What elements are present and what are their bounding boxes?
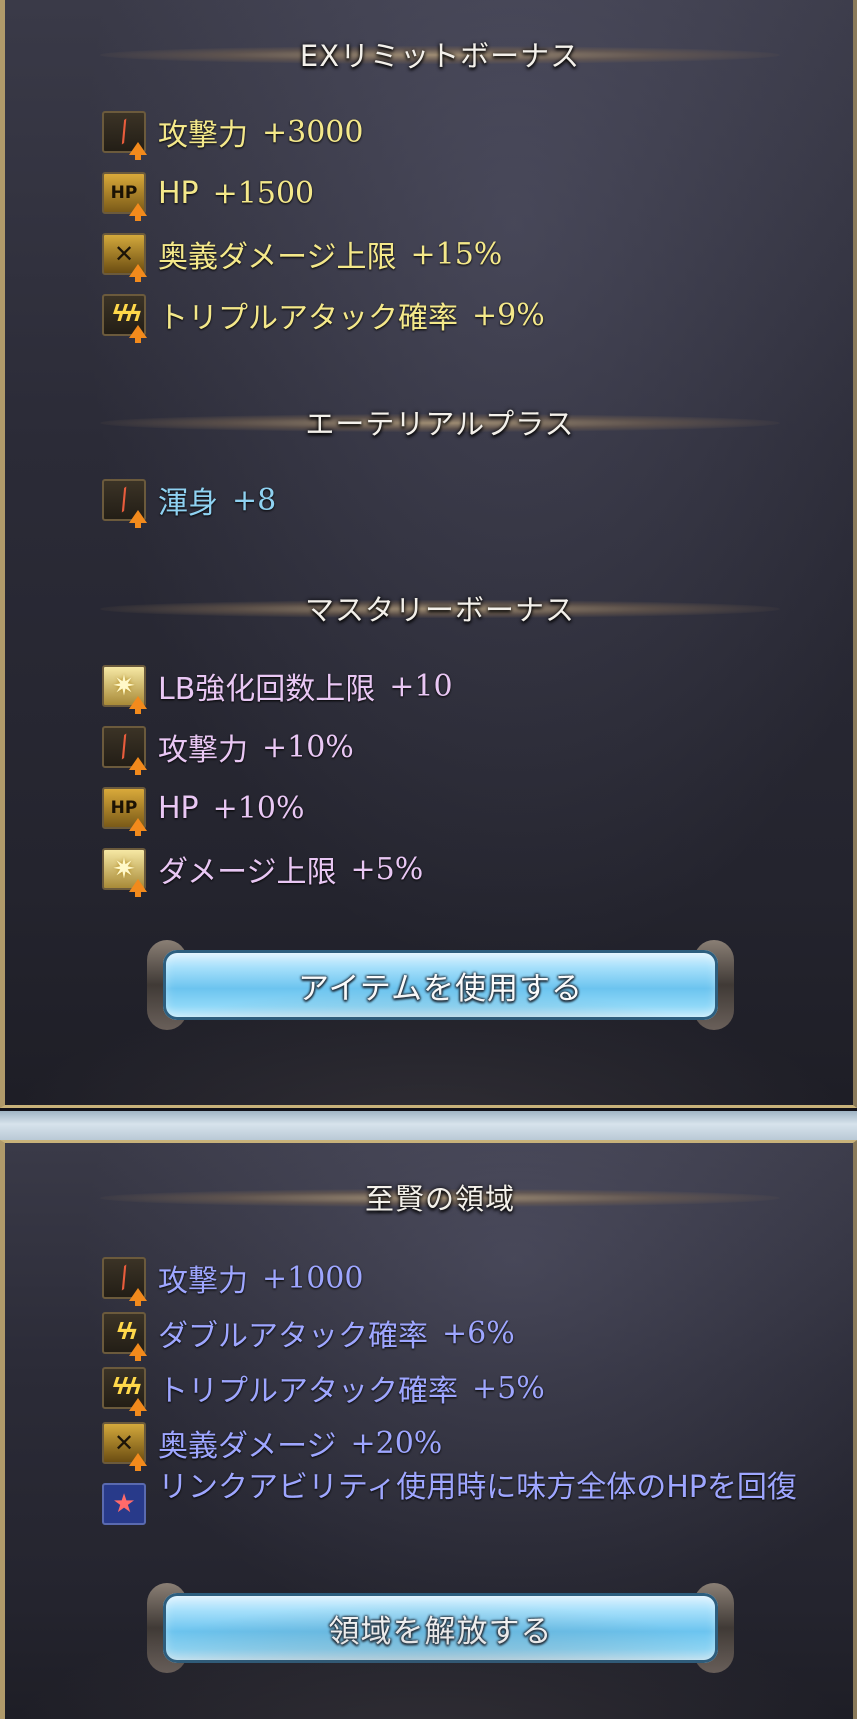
attack-icon: ⟋ [102, 726, 147, 775]
domain-panel: 至賢の領域 ⟋ 攻撃力 +1000 ϟϟ ダブルアタック確率 +6% ϟϟϟ ト… [0, 1140, 857, 1719]
attack-icon: ⟋ [102, 1257, 147, 1306]
triple-attack-icon: ϟϟϟ [102, 1367, 147, 1416]
list-item: ⟋ 攻撃力 +3000 [102, 110, 364, 160]
list-item: ϟϟϟ トリプルアタック確率 +5% [102, 1366, 545, 1416]
section-header-mastery: マスタリーボーナス [100, 590, 780, 627]
list-item: ★ リンクアビリティ使用時に味方全体のHPを回復 [102, 1473, 818, 1525]
bonus-value: +5% [472, 1370, 545, 1406]
section-header-ex-limit: EXリミットボーナス [100, 36, 780, 73]
bonus-panel: EXリミットボーナス ⟋ 攻撃力 +3000 HP HP +1500 ✕ 奥義ダ… [0, 0, 857, 1108]
bonus-label: 攻撃力 [158, 1264, 248, 1299]
list-item: HP HP +10% [102, 786, 305, 836]
bonus-label: トリプルアタック確率 [158, 1374, 458, 1409]
list-item: ϟϟ ダブルアタック確率 +6% [102, 1311, 515, 1361]
attack-icon: ⟋ [102, 479, 147, 528]
bonus-label: 攻撃力 [158, 733, 248, 768]
section-header-ethereal: エーテリアルプラス [100, 404, 780, 441]
star-icon: ★ [102, 1483, 146, 1525]
bonus-value: +6% [442, 1315, 515, 1351]
limit-burst-icon: ✷ [102, 665, 147, 714]
bonus-value: +10 [389, 668, 453, 704]
section-title: EXリミットボーナス [299, 39, 581, 73]
bonus-label: ダブルアタック確率 [158, 1319, 428, 1354]
use-item-button[interactable]: アイテムを使用する [147, 940, 734, 1030]
release-domain-button[interactable]: 領域を解放する [147, 1583, 734, 1673]
ougi-icon: ✕ [102, 233, 147, 282]
bonus-value: +10% [262, 729, 354, 765]
bonus-label: 奥義ダメージ [158, 1429, 337, 1464]
section-title: 至賢の領域 [364, 1182, 515, 1216]
bonus-value: +1000 [262, 1260, 364, 1296]
use-item-button-label: アイテムを使用する [298, 970, 583, 1007]
list-item: ⟋ 渾身 +8 [102, 478, 277, 528]
bonus-label: 攻撃力 [158, 118, 248, 153]
button-body[interactable]: アイテムを使用する [163, 950, 718, 1020]
bonus-value: +20% [350, 1425, 443, 1461]
list-item: ⟋ 攻撃力 +1000 [102, 1256, 364, 1306]
bonus-label: 渾身 [158, 486, 218, 521]
list-item: ✕ 奥義ダメージ上限 +15% [102, 232, 503, 282]
bonus-label: ダメージ上限 [158, 855, 337, 890]
list-item: ✷ ダメージ上限 +5% [102, 847, 424, 897]
bonus-label: リンクアビリティ使用時に味方全体のHPを回復 [158, 1470, 797, 1505]
list-item: ⟋ 攻撃力 +10% [102, 725, 354, 775]
ougi-icon: ✕ [102, 1422, 147, 1471]
panel-divider [0, 1111, 857, 1140]
bonus-label: HP [158, 175, 199, 211]
section-title: マスタリーボーナス [304, 593, 575, 627]
hp-icon: HP [102, 172, 147, 221]
bonus-label: トリプルアタック確率 [158, 301, 458, 336]
bonus-value: +1500 [212, 175, 315, 211]
release-domain-button-label: 領域を解放する [328, 1613, 553, 1650]
list-item: HP HP +1500 [102, 171, 315, 221]
section-title: エーテリアルプラス [305, 407, 575, 441]
attack-icon: ⟋ [102, 111, 147, 160]
list-item: ϟϟϟ トリプルアタック確率 +9% [102, 293, 545, 343]
bonus-value: +3000 [262, 114, 364, 150]
bonus-label: HP [158, 790, 199, 826]
bonus-value: +9% [472, 297, 545, 333]
list-item: ✷ LB強化回数上限 +10 [102, 664, 453, 714]
triple-attack-icon: ϟϟϟ [102, 294, 147, 343]
double-attack-icon: ϟϟ [102, 1312, 147, 1361]
limit-burst-icon: ✷ [102, 848, 147, 897]
section-header-sage-domain: 至賢の領域 [100, 1179, 780, 1216]
button-body[interactable]: 領域を解放する [163, 1593, 718, 1663]
bonus-value: +10% [212, 790, 305, 826]
bonus-value: +8 [232, 482, 277, 518]
bonus-label: 奥義ダメージ上限 [158, 240, 397, 275]
bonus-value: +15% [410, 236, 503, 272]
bonus-label: LB強化回数上限 [158, 672, 376, 707]
list-item: ✕ 奥義ダメージ +20% [102, 1421, 443, 1471]
bonus-value: +5% [350, 851, 424, 887]
hp-icon: HP [102, 787, 147, 836]
